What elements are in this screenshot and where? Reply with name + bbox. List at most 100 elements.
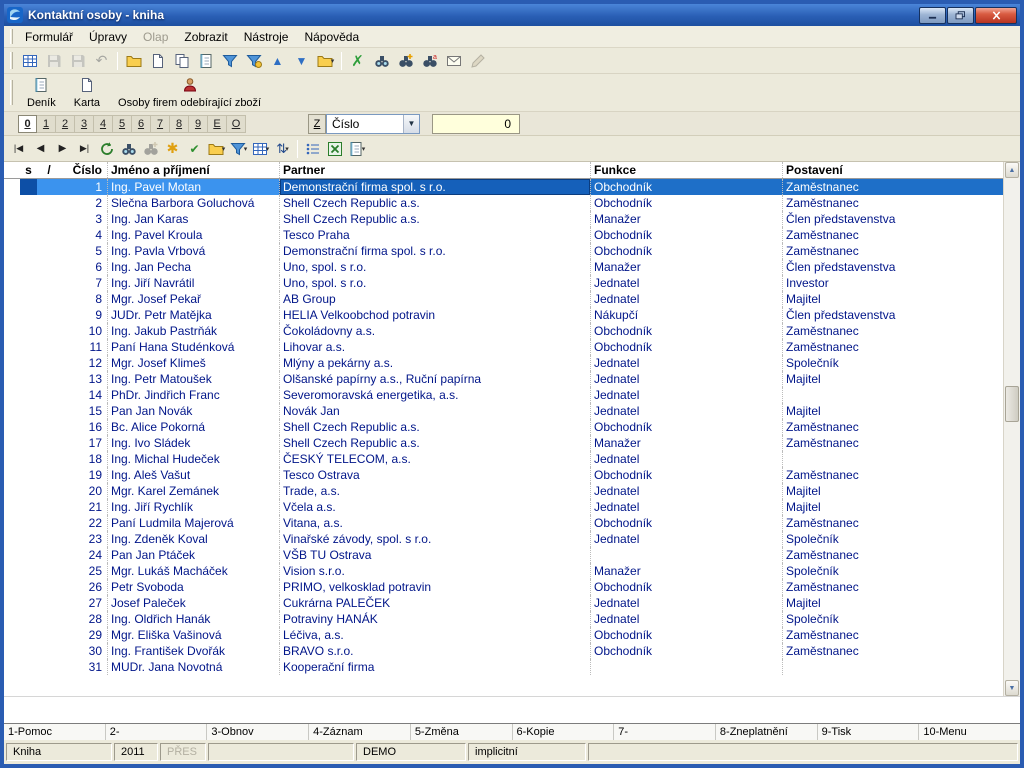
table-row[interactable]: 23Ing. Zdeněk KovalVinařské závody, spol… (4, 531, 1003, 547)
table-row[interactable]: 25Mgr. Lukáš MacháčekVision s.r.o.Manaže… (4, 563, 1003, 579)
toolbar-grip[interactable] (10, 52, 13, 70)
table-row[interactable]: 22Paní Ludmila MajerováVitana, a.s.Obcho… (4, 515, 1003, 531)
table-row[interactable]: 6Ing. Jan PechaUno, spol. s r.o.ManažerČ… (4, 259, 1003, 275)
column-header-postaveni[interactable]: Postavení (782, 162, 1003, 178)
table-row[interactable]: 15Pan Jan NovákNovák JanJednatelMajitel (4, 403, 1003, 419)
vertical-scrollbar[interactable]: ▲ ▼ (1003, 162, 1020, 696)
notes-menu-icon[interactable]: ▾ (346, 138, 367, 159)
record-filter-tab-o[interactable]: O (227, 115, 246, 133)
column-header-cislo[interactable]: Číslo (61, 162, 107, 178)
table-row[interactable]: 11Paní Hana StudénkováLihovar a.s.Obchod… (4, 339, 1003, 355)
fkey-1[interactable]: 1-Pomoc (4, 724, 106, 740)
book-view-icon[interactable] (18, 50, 41, 72)
record-filter-tab-0[interactable]: 0 (18, 115, 37, 133)
table-row[interactable]: 20Mgr. Karel ZemánekTrade, a.s.JednatelM… (4, 483, 1003, 499)
table-row[interactable]: 1Ing. Pavel MotanDemonstrační firma spol… (4, 179, 1003, 195)
table-row[interactable]: 12Mgr. Josef KlimešMlýny a pekárny a.s.J… (4, 355, 1003, 371)
denik-button[interactable]: Deník (19, 76, 64, 110)
chevron-down-icon[interactable]: ▼ (403, 115, 419, 133)
record-filter-tab-3[interactable]: 3 (75, 115, 94, 133)
fkey-6[interactable]: 6-Kopie (513, 724, 615, 740)
notebook-icon[interactable] (194, 50, 217, 72)
green-cross-icon[interactable]: ✗ (346, 50, 369, 72)
quick-search-input[interactable] (432, 114, 520, 134)
fkey-9[interactable]: 9-Tisk (818, 724, 920, 740)
table-row[interactable]: 24Pan Jan PtáčekVŠB TU OstravaZaměstnane… (4, 547, 1003, 563)
menu-nastroje[interactable]: Nástroje (236, 28, 297, 46)
toolbar-grip[interactable] (10, 80, 13, 106)
table-row[interactable]: 19Ing. Aleš VašutTesco OstravaObchodníkZ… (4, 467, 1003, 483)
first-record-icon[interactable]: |◀ (8, 138, 29, 159)
table-row[interactable]: 29Mgr. Eliška VašinováLéčiva, a.s.Obchod… (4, 627, 1003, 643)
column-header-jmeno[interactable]: Jméno a příjmení (107, 162, 279, 178)
scroll-down-icon[interactable]: ▼ (1005, 680, 1019, 696)
column-header-flag[interactable]: / (37, 162, 61, 178)
table-row[interactable]: 4Ing. Pavel KroulaTesco PrahaObchodníkZa… (4, 227, 1003, 243)
toolbar-grip[interactable] (10, 29, 13, 44)
table-row[interactable]: 28Ing. Oldřich HanákPotraviny HANÁKJedna… (4, 611, 1003, 627)
search-text-icon[interactable]: a (418, 50, 441, 72)
folder-menu-icon[interactable]: ▾ (314, 50, 337, 72)
record-filter-tab-6[interactable]: 6 (132, 115, 151, 133)
sort-column-combobox[interactable]: Číslo ▼ (326, 114, 420, 134)
table-row[interactable]: 7Ing. Jiří NavrátilUno, spol. s r.o.Jedn… (4, 275, 1003, 291)
table-row[interactable]: 14PhDr. Jindřich FrancSeveromoravská ene… (4, 387, 1003, 403)
table-row[interactable]: 3Ing. Jan KarasShell Czech Republic a.s.… (4, 211, 1003, 227)
new-document-icon[interactable] (146, 50, 169, 72)
record-filter-tab-9[interactable]: 9 (189, 115, 208, 133)
scroll-up-icon[interactable]: ▲ (1005, 162, 1019, 178)
column-header-status[interactable]: s (20, 162, 37, 178)
table-row[interactable]: 8Mgr. Josef PekařAB GroupJednatelMajitel (4, 291, 1003, 307)
table-row[interactable]: 31MUDr. Jana NovotnáKooperační firma (4, 659, 1003, 675)
fkey-5[interactable]: 5-Změna (411, 724, 513, 740)
fkey-2[interactable]: 2- (106, 724, 208, 740)
karta-button[interactable]: Karta (66, 76, 108, 110)
table-row[interactable]: 2Slečna Barbora GoluchováShell Czech Rep… (4, 195, 1003, 211)
fkey-4[interactable]: 4-Záznam (309, 724, 411, 740)
record-filter-tab-7[interactable]: 7 (151, 115, 170, 133)
next-record-icon[interactable]: ▶ (52, 138, 73, 159)
refresh-grid-icon[interactable] (96, 138, 117, 159)
search-next-icon[interactable] (394, 50, 417, 72)
search-icon[interactable] (370, 50, 393, 72)
sort-key-button[interactable]: Z (308, 114, 326, 134)
table-row[interactable]: 10Ing. Jakub PastrňákČokoládovny a.s.Obc… (4, 323, 1003, 339)
table-row[interactable]: 30Ing. František DvořákBRAVO s.r.o.Obcho… (4, 643, 1003, 659)
fkey-7[interactable]: 7- (614, 724, 716, 740)
list-view-icon[interactable] (302, 138, 323, 159)
confirm-icon[interactable]: ✔ (184, 138, 205, 159)
title-bar[interactable]: Kontaktní osoby - kniha (4, 4, 1020, 26)
record-filter-tab-5[interactable]: 5 (113, 115, 132, 133)
move-down-icon[interactable]: ▼ (290, 50, 313, 72)
record-filter-tab-4[interactable]: 4 (94, 115, 113, 133)
filter-menu-icon[interactable]: ▾ (228, 138, 249, 159)
filter-icon[interactable] (218, 50, 241, 72)
excel-export-icon[interactable] (324, 138, 345, 159)
fkey-3[interactable]: 3-Obnov (207, 724, 309, 740)
table-row[interactable]: 17Ing. Ivo SládekShell Czech Republic a.… (4, 435, 1003, 451)
column-header-partner[interactable]: Partner (279, 162, 590, 178)
folder-menu-icon[interactable]: ▾ (206, 138, 227, 159)
table-row[interactable]: 26Petr SvobodaPRIMO, velkosklad potravin… (4, 579, 1003, 595)
favorites-icon[interactable]: ✱ (162, 138, 183, 159)
record-filter-tab-8[interactable]: 8 (170, 115, 189, 133)
scrollbar-thumb[interactable] (1005, 386, 1019, 422)
osoby-firem-button[interactable]: Osoby firem odebírající zboží (110, 76, 269, 110)
mail-icon[interactable] (442, 50, 465, 72)
last-record-icon[interactable]: ▶| (74, 138, 95, 159)
table-row[interactable]: 18Ing. Michal HudečekČESKÝ TELECOM, a.s.… (4, 451, 1003, 467)
close-button[interactable] (975, 7, 1017, 24)
filter-new-icon[interactable] (242, 50, 265, 72)
menu-napoveda[interactable]: Nápověda (296, 28, 367, 46)
move-up-icon[interactable]: ▲ (266, 50, 289, 72)
minimize-button[interactable] (919, 7, 946, 24)
view-settings-icon[interactable]: ▾ (250, 138, 271, 159)
table-row[interactable]: 5Ing. Pavla VrbováDemonstrační firma spo… (4, 243, 1003, 259)
table-row[interactable]: 16Bc. Alice PokornáShell Czech Republic … (4, 419, 1003, 435)
menu-formular[interactable]: Formulář (17, 28, 81, 46)
prev-record-icon[interactable]: ◀ (30, 138, 51, 159)
record-filter-tab-e[interactable]: E (208, 115, 227, 133)
sort-menu-icon[interactable]: ⇅▾ (272, 138, 293, 159)
table-row[interactable]: 9JUDr. Petr MatějkaHELIA Velkoobchod pot… (4, 307, 1003, 323)
table-row[interactable]: 27Josef PalečekCukrárna PALEČEKJednatelM… (4, 595, 1003, 611)
